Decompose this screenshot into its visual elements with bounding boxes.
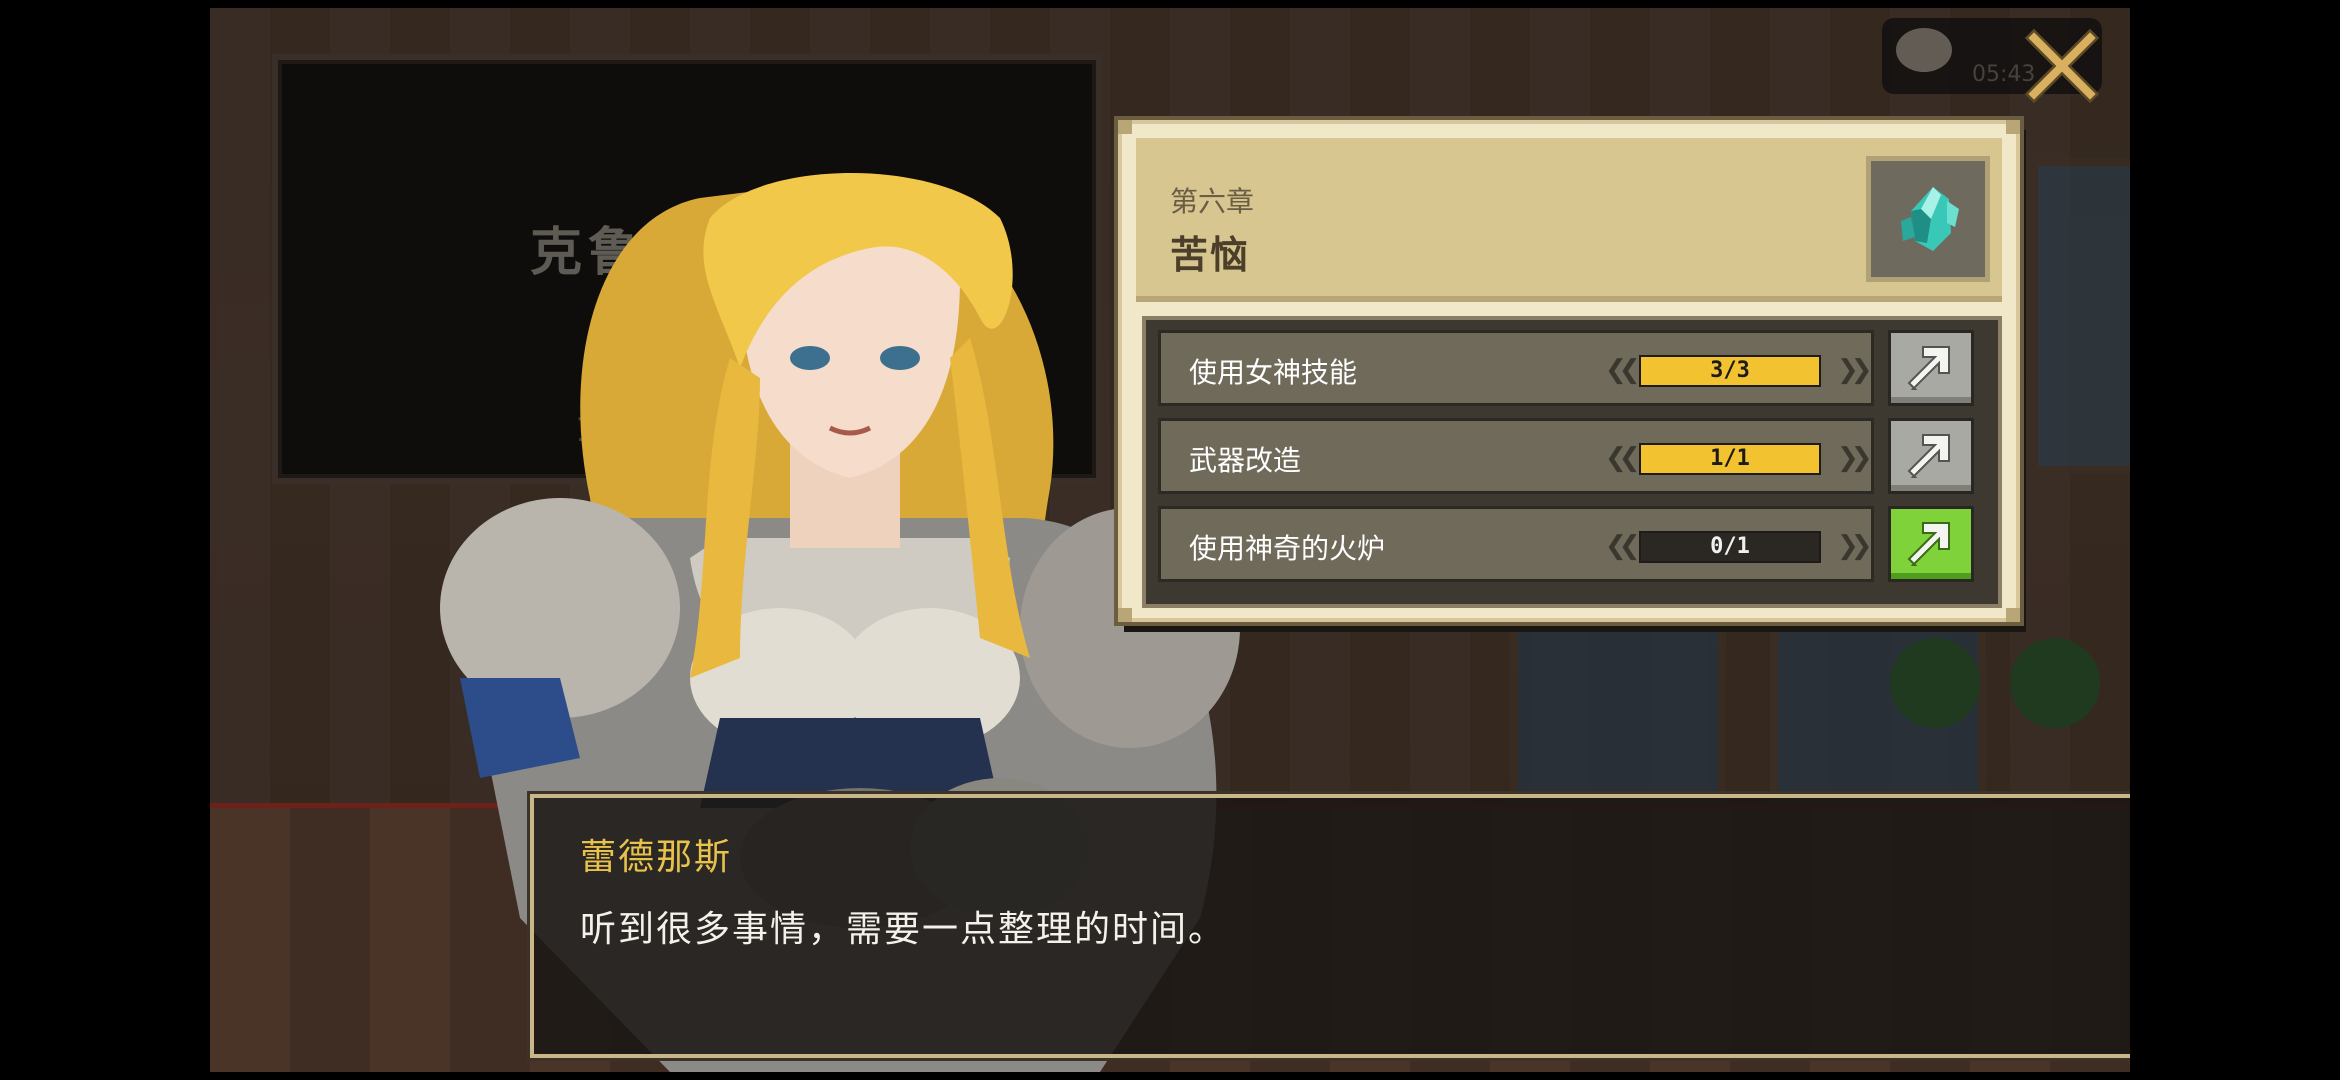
quest-list: 使用女神技能 ❮❮ 3/3 ❯❯ 武器改造 ❮❮ 1/1 ❯❯ 使用神奇的火炉 … <box>1142 316 2002 608</box>
progress-bar: 3/3 <box>1639 355 1821 387</box>
arrow-left-icon: ❮❮ <box>1605 443 1640 473</box>
arrow-left-icon: ❮❮ <box>1605 355 1640 385</box>
game-screen: 克鲁赛 年庆 11.29 3:00 05:43 <box>210 8 2130 1072</box>
goto-button[interactable] <box>1888 506 1974 582</box>
quest-name: 使用神奇的火炉 <box>1189 532 1386 565</box>
arrow-right-icon: ❯❯ <box>1837 531 1872 561</box>
progress-text: 1/1 <box>1710 446 1750 471</box>
quest-name: 武器改造 <box>1189 444 1302 477</box>
progress-text: 0/1 <box>1710 534 1750 559</box>
arrow-right-icon: ❯❯ <box>1837 443 1872 473</box>
reward-slot[interactable] <box>1866 156 1990 282</box>
diagonal-arrow-icon <box>1907 522 1950 566</box>
goto-button[interactable] <box>1888 418 1974 494</box>
chapter-label: 第六章 <box>1170 185 1255 218</box>
panel-corner <box>2006 608 2020 622</box>
quest-row: 武器改造 ❮❮ 1/1 ❯❯ <box>1158 418 1984 494</box>
quest-row: 使用女神技能 ❮❮ 3/3 ❯❯ <box>1158 330 1984 406</box>
close-icon[interactable] <box>2024 28 2100 104</box>
progress-text: 3/3 <box>1710 358 1750 383</box>
panel-corner <box>2006 120 2020 134</box>
chat-bubble-icon <box>1896 28 1952 72</box>
crystal-icon <box>1901 187 1959 251</box>
diagonal-arrow-icon <box>1907 346 1950 390</box>
arrow-left-icon: ❮❮ <box>1605 531 1640 561</box>
background-window <box>2030 158 2130 474</box>
background-plant <box>2010 638 2100 728</box>
panel-corner <box>1118 608 1132 622</box>
progress-bar: 0/1 <box>1639 531 1821 563</box>
panel-corner <box>1118 120 1132 134</box>
arrow-right-icon: ❯❯ <box>1837 355 1872 385</box>
diagonal-arrow-icon <box>1907 434 1950 478</box>
quest-name: 使用女神技能 <box>1189 356 1358 389</box>
dialogue-box[interactable]: 蕾德那斯 听到很多事情，需要一点整理的时间。 <box>530 794 2130 1058</box>
quest-header: 第六章 苦恼 <box>1136 138 2002 302</box>
chapter-title: 苦恼 <box>1170 233 1251 277</box>
background-plant <box>1890 638 1980 728</box>
quest-bar: 使用女神技能 ❮❮ 3/3 ❯❯ <box>1158 330 1874 406</box>
quest-panel: 第六章 苦恼 使用女神技能 ❮❮ 3/3 ❯❯ 武器改造 ❮❮ 1/1 ❯❯ 使… <box>1118 120 2020 622</box>
quest-row: 使用神奇的火炉 ❮❮ 0/1 ❯❯ <box>1158 506 1984 582</box>
dialogue-text: 听到很多事情，需要一点整理的时间。 <box>580 909 1227 950</box>
progress-bar: 1/1 <box>1639 443 1821 475</box>
quest-bar: 使用神奇的火炉 ❮❮ 0/1 ❯❯ <box>1158 506 1874 582</box>
speaker-name: 蕾德那斯 <box>580 837 733 878</box>
quest-bar: 武器改造 ❮❮ 1/1 ❯❯ <box>1158 418 1874 494</box>
goto-button[interactable] <box>1888 330 1974 406</box>
